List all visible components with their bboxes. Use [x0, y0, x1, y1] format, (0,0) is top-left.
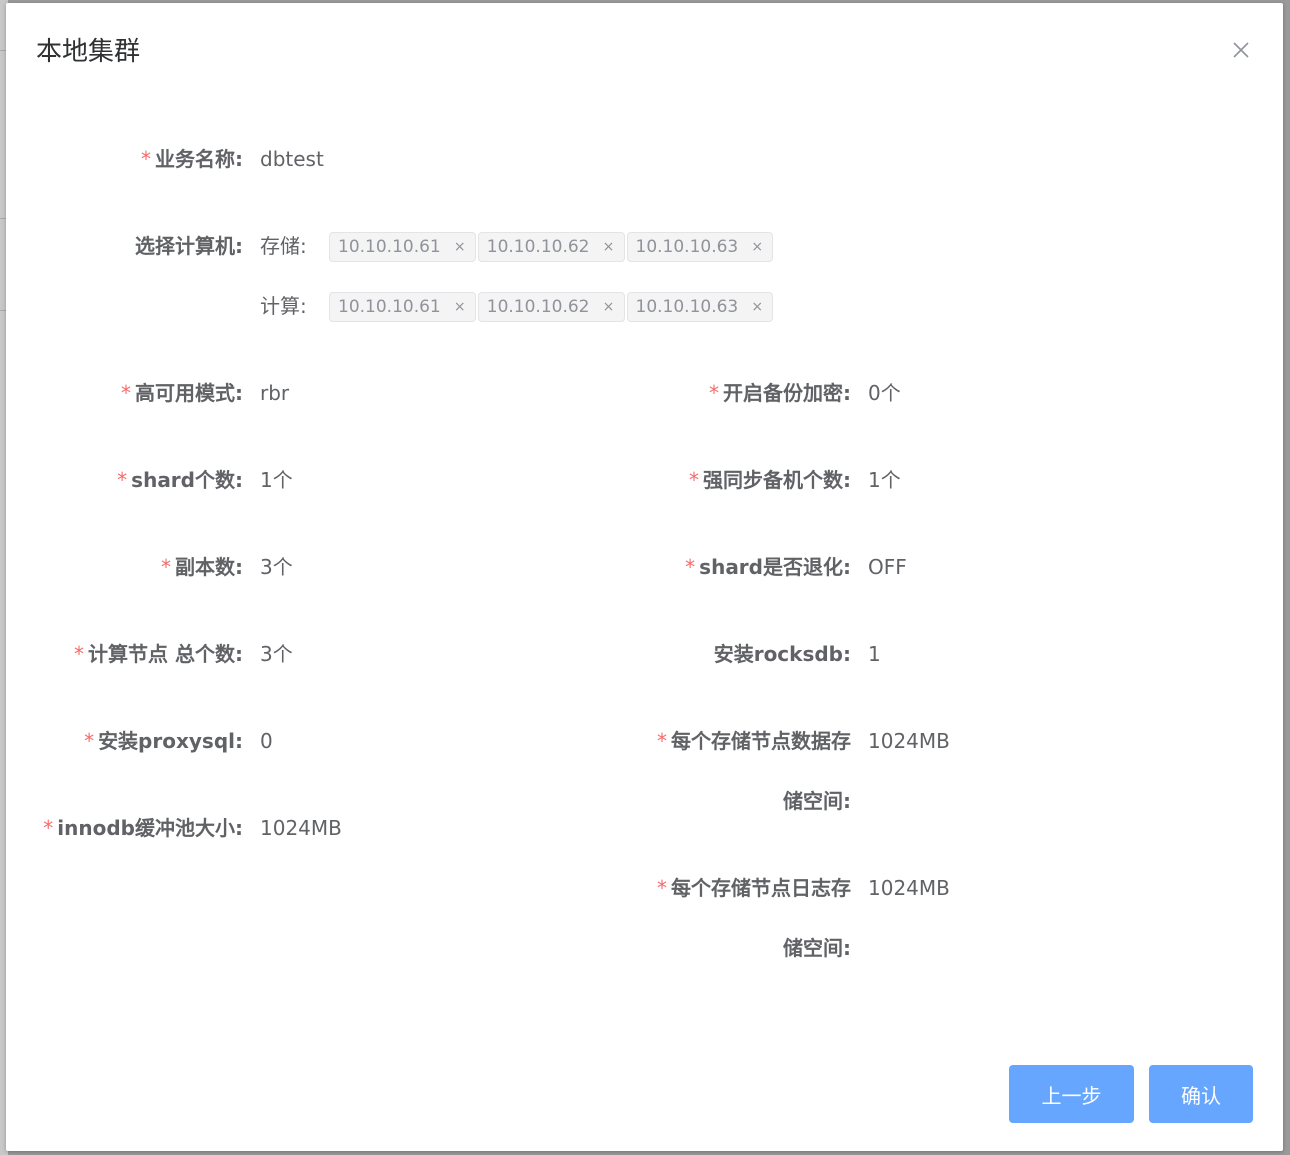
confirm-button[interactable]: 确认: [1149, 1065, 1253, 1123]
form-row-install-proxysql: * 安装proxysql: 0 * 每个存储节点数据存 储空间: 1024MB: [6, 726, 1283, 813]
compute-tag: 10.10.10.61 ×: [329, 292, 476, 322]
replica-count-label: * 副本数:: [161, 555, 243, 579]
strong-sync-value: 1个: [868, 468, 901, 492]
install-proxysql-label: * 安装proxysql:: [84, 729, 243, 753]
prev-step-button[interactable]: 上一步: [1009, 1065, 1134, 1123]
data-storage-label-line2: 储空间:: [783, 789, 851, 813]
tag-close-icon[interactable]: ×: [453, 239, 467, 255]
form-row-select-machines: 选择计算机: 存储: 10.10.10.61 × 10.10.10.62 × 10.…: [6, 231, 1283, 322]
tag-close-icon[interactable]: ×: [750, 239, 764, 255]
storage-tag: 10.10.10.62 ×: [477, 232, 625, 262]
log-storage-value: 1024MB: [868, 876, 950, 900]
shard-count-label: * shard个数:: [117, 468, 243, 492]
form-row-business-name: * 业务名称: dbtest: [6, 144, 1283, 174]
close-icon[interactable]: [1230, 39, 1252, 61]
install-rocksdb-label: 安装rocksdb:: [713, 642, 851, 666]
form-row-shard-count: * shard个数: 1个 * 强同步备机个数: 1个: [6, 465, 1283, 495]
storage-sublabel: 存储:: [260, 234, 307, 258]
shard-degrade-label: * shard是否退化:: [685, 555, 851, 579]
compute-sublabel: 计算:: [260, 294, 307, 318]
dialog-title: 本地集群: [36, 37, 141, 67]
log-storage-label: * 每个存储节点日志存: [657, 876, 851, 900]
compute-nodes-value: 3个: [260, 642, 293, 666]
innodb-buffer-label: * innodb缓冲池大小:: [43, 816, 243, 840]
form-row-ha-mode: * 高可用模式: rbr * 开启备份加密: 0个: [6, 378, 1283, 408]
install-rocksdb-value: 1: [868, 642, 881, 666]
tag-close-icon[interactable]: ×: [602, 299, 616, 315]
business-name-label: * 业务名称:: [141, 147, 243, 171]
replica-count-value: 3个: [260, 555, 293, 579]
tag-close-icon[interactable]: ×: [602, 239, 616, 255]
strong-sync-label: * 强同步备机个数:: [689, 468, 851, 492]
compute-tag-list: 10.10.10.61 × 10.10.10.62 × 10.10.10.63 ×: [329, 292, 775, 322]
tag-close-icon[interactable]: ×: [750, 299, 764, 315]
ha-mode-label: * 高可用模式:: [121, 381, 243, 405]
backup-encrypt-value: 0个: [868, 381, 901, 405]
select-machines-label: 选择计算机:: [135, 234, 243, 258]
storage-tag-list: 10.10.10.61 × 10.10.10.62 × 10.10.10.63 ×: [329, 232, 775, 262]
innodb-buffer-value: 1024MB: [260, 816, 342, 840]
local-cluster-dialog: 本地集群 * 业务名称: dbtest 选择计算机: 存储: 10.10.10.6…: [6, 3, 1283, 1151]
log-storage-label-line2: 储空间:: [783, 936, 851, 960]
ha-mode-value: rbr: [260, 381, 290, 405]
form-row-log-storage: * 每个存储节点日志存 储空间: 1024MB: [6, 873, 1283, 960]
data-storage-label: * 每个存储节点数据存: [657, 729, 851, 753]
data-storage-value: 1024MB: [868, 729, 950, 753]
tag-close-icon[interactable]: ×: [453, 299, 467, 315]
backup-encrypt-label: * 开启备份加密:: [709, 381, 851, 405]
install-proxysql-value: 0: [260, 729, 273, 753]
compute-tag: 10.10.10.62 ×: [477, 292, 625, 322]
shard-degrade-value: OFF: [868, 555, 907, 579]
shard-count-value: 1个: [260, 468, 293, 492]
storage-tag: 10.10.10.63 ×: [626, 232, 774, 262]
form-row-compute-nodes: * 计算节点 总个数: 3个 安装rocksdb: 1: [6, 639, 1283, 669]
storage-tag: 10.10.10.61 ×: [329, 232, 476, 262]
form-row-innodb-buffer: * innodb缓冲池大小: 1024MB: [6, 813, 1283, 843]
business-name-value: dbtest: [260, 147, 324, 171]
form-row-replica-count: * 副本数: 3个 * shard是否退化: OFF: [6, 552, 1283, 582]
compute-tag: 10.10.10.63 ×: [626, 292, 774, 322]
compute-nodes-label: * 计算节点 总个数:: [74, 642, 243, 666]
